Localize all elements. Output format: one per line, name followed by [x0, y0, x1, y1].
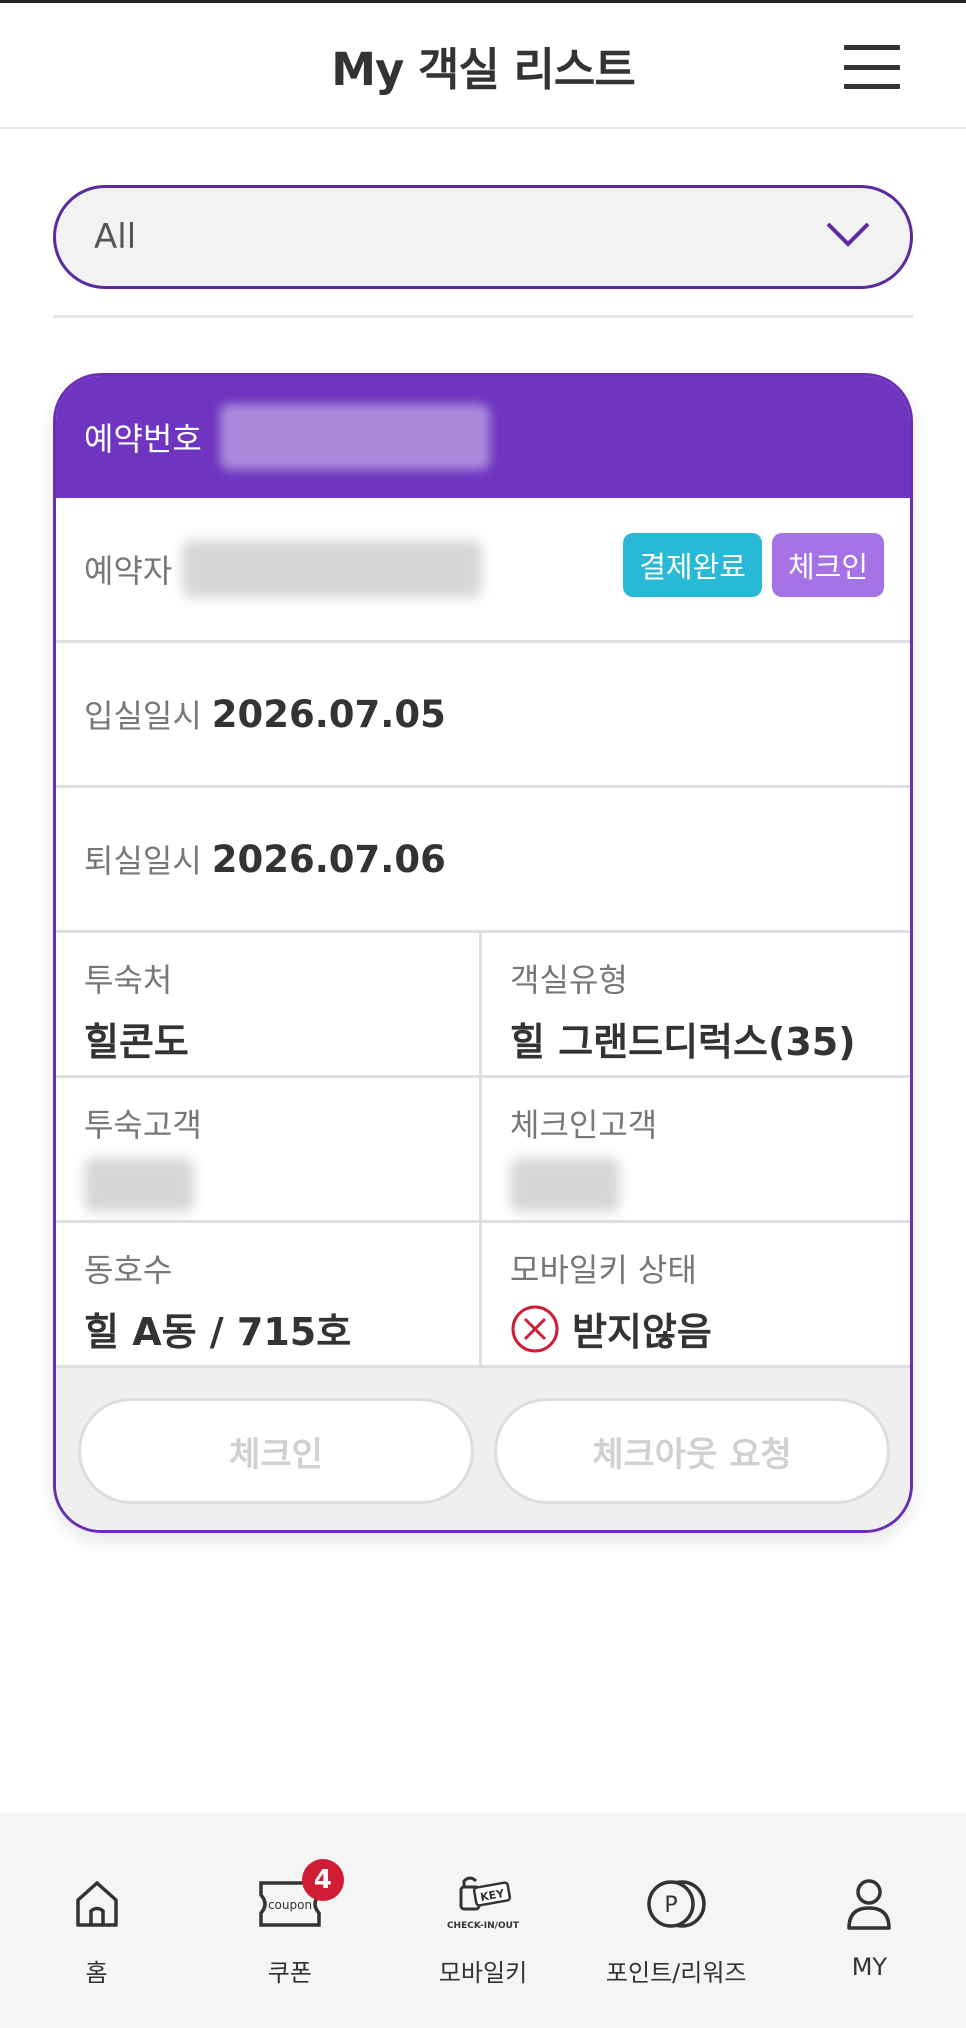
mobile-key-cell: 모바일키 상태 받지않음	[482, 1223, 910, 1365]
guest-label: 투숙고객	[84, 1106, 202, 1144]
checkout-date-label: 퇴실일시	[84, 842, 202, 880]
checkin-status-badge: 체크인	[771, 533, 884, 597]
room-type-cell: 객실유형 힐 그랜드디럭스(35)	[482, 933, 910, 1075]
coupon-icon: coupon 4	[250, 1859, 344, 1935]
filter-selected-value: All	[94, 217, 137, 257]
property-value: 힐콘도	[84, 1020, 189, 1064]
user-icon	[829, 1873, 909, 1935]
checkin-guest-label: 체크인고객	[510, 1106, 658, 1144]
x-circle-icon	[511, 1305, 559, 1352]
checkin-date-label: 입실일시	[84, 697, 202, 735]
nav-my-label: MY	[851, 1953, 888, 1981]
nav-home-label: 홈	[85, 1959, 108, 1987]
reservation-header: 예약번호	[56, 376, 910, 498]
booker-row: 예약자 결제완료 체크인	[56, 498, 910, 643]
room-number-label: 동호수	[84, 1251, 173, 1289]
page-title: My 객실 리스트	[331, 42, 635, 96]
checkin-button[interactable]: 체크인	[78, 1398, 474, 1504]
guest-row: 투숙고객 체크인고객	[56, 1078, 910, 1223]
app-header: My 객실 리스트	[0, 3, 966, 129]
hamburger-menu-icon[interactable]	[844, 45, 900, 89]
nav-home[interactable]: 홈	[0, 1813, 193, 2028]
property-row: 투숙처 힐콘도 객실유형 힐 그랜드디럭스(35)	[56, 933, 910, 1078]
coupon-icon-text: coupon	[268, 1898, 312, 1912]
booker-name-redacted	[182, 540, 483, 598]
checkin-date-value: 2026.07.05	[211, 692, 446, 736]
mobile-key-icon: KEY CHECK-IN/OUT	[443, 1873, 523, 1935]
checkin-guest-name-redacted	[510, 1158, 620, 1212]
guest-cell: 투숙고객	[56, 1078, 482, 1220]
checkout-request-button[interactable]: 체크아웃 요청	[494, 1398, 890, 1504]
points-icon: P	[636, 1873, 716, 1935]
room-number-cell: 동호수 힐 A동 / 715호	[56, 1223, 482, 1365]
mobile-key-label: 모바일키 상태	[510, 1251, 697, 1289]
property-cell: 투숙처 힐콘도	[56, 933, 482, 1075]
mobile-key-icon-text: CHECK-IN/OUT	[447, 1921, 520, 1931]
mobile-key-status-text: 받지않음	[572, 1310, 712, 1354]
home-icon	[57, 1873, 137, 1935]
reservation-card: 예약번호 예약자 결제완료 체크인 입실일시 2026.07.05 퇴실일시 2…	[53, 373, 913, 1533]
divider	[53, 315, 913, 318]
nav-coupon[interactable]: coupon 4 쿠폰	[193, 1813, 386, 2028]
points-icon-text: P	[665, 1893, 678, 1918]
mobile-key-status: 받지않음	[510, 1301, 910, 1356]
nav-mobile-key-label: 모바일키	[438, 1959, 528, 1987]
bottom-nav: 홈 coupon 4 쿠폰 KEY CHECK-IN/OUT 모바일키 P 포인트…	[0, 1813, 966, 2028]
filter-dropdown[interactable]: All	[53, 185, 913, 289]
room-type-value: 힐 그랜드디럭스(35)	[510, 1020, 856, 1064]
chevron-down-icon	[826, 222, 870, 247]
nav-coupon-label: 쿠폰	[267, 1959, 312, 1987]
card-actions: 체크인 체크아웃 요청	[56, 1368, 910, 1530]
property-label: 투숙처	[84, 961, 173, 999]
checkout-date-value: 2026.07.06	[211, 837, 446, 881]
coupon-count-badge: 4	[301, 1859, 344, 1901]
payment-status-badge: 결제완료	[623, 533, 762, 597]
booker-label: 예약자	[84, 552, 173, 590]
checkout-date-row: 퇴실일시 2026.07.06	[56, 788, 910, 933]
room-number-value: 힐 A동 / 715호	[84, 1310, 352, 1354]
nav-mobile-key[interactable]: KEY CHECK-IN/OUT 모바일키	[386, 1813, 579, 2028]
reservation-number-redacted	[219, 404, 490, 470]
room-type-label: 객실유형	[510, 961, 628, 999]
nav-points[interactable]: P 포인트/리워즈	[580, 1813, 773, 2028]
checkin-guest-cell: 체크인고객	[482, 1078, 910, 1220]
nav-points-label: 포인트/리워즈	[605, 1959, 747, 1987]
reservation-number-label: 예약번호	[84, 420, 202, 458]
checkin-date-row: 입실일시 2026.07.05	[56, 643, 910, 788]
nav-my[interactable]: MY	[773, 1813, 966, 2028]
guest-name-redacted	[84, 1158, 194, 1212]
room-number-row: 동호수 힐 A동 / 715호 모바일키 상태 받지않음	[56, 1223, 910, 1368]
